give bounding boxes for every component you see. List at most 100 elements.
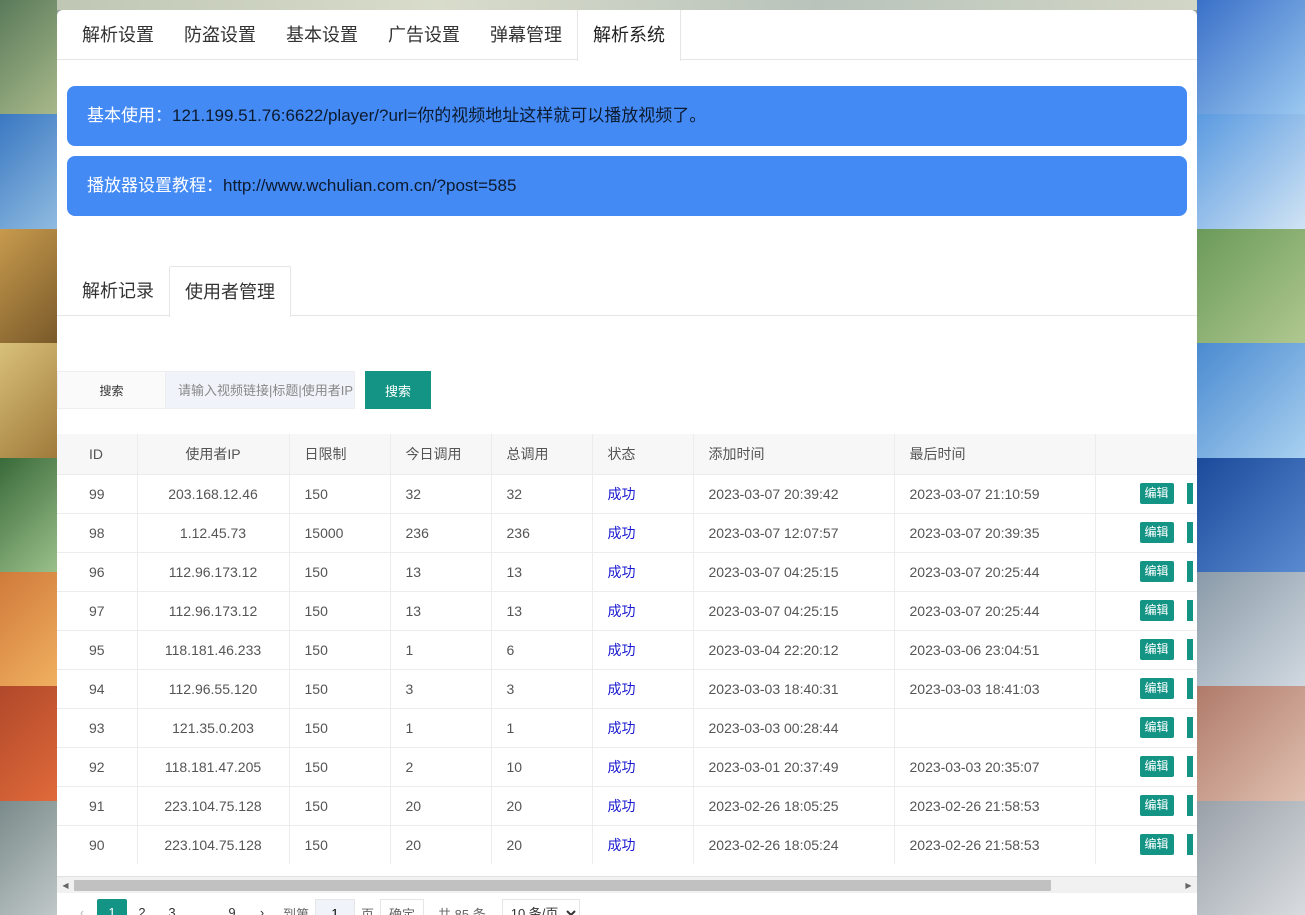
page-prev-button[interactable]: ‹ (67, 899, 97, 915)
search-input[interactable] (165, 371, 355, 409)
page-size-select[interactable]: 10 条/页 (501, 899, 580, 915)
cell-user-ip: 1.12.45.73 (137, 513, 290, 553)
user-table-container: ID 使用者IP 日限制 今日调用 总调用 状态 添加时间 最后时间 99 203… (57, 434, 1197, 864)
cell-user-ip: 118.181.47.205 (137, 747, 290, 787)
cell-id: 92 (57, 747, 138, 787)
table-row: 91 223.104.75.128 150 20 20 成功 2023-02-26 18:0… (57, 786, 1197, 826)
tab-parse-settings[interactable]: 解析设置 (67, 10, 169, 59)
edit-button[interactable]: 编辑 (1139, 522, 1174, 543)
cell-total-calls: 3 (491, 669, 593, 709)
tab-basic-settings[interactable]: 基本设置 (271, 10, 373, 59)
cell-total-calls: 1 (491, 708, 593, 748)
cell-daily-limit: 150 (289, 669, 391, 709)
action-button-clipped[interactable] (1186, 795, 1193, 816)
tab-anti-theft-settings[interactable]: 防盗设置 (169, 10, 271, 59)
action-button-clipped[interactable] (1186, 756, 1193, 777)
column-header-actions (1095, 434, 1197, 475)
action-button-clipped[interactable] (1186, 678, 1193, 699)
cell-user-ip: 118.181.46.233 (137, 630, 290, 670)
table-header-row: ID 使用者IP 日限制 今日调用 总调用 状态 添加时间 最后时间 (57, 434, 1197, 475)
cell-status: 成功 (592, 474, 694, 514)
edit-button[interactable]: 编辑 (1139, 639, 1174, 660)
edit-button[interactable]: 编辑 (1139, 834, 1174, 855)
cell-total-calls: 32 (491, 474, 593, 514)
page-next-button[interactable]: › (247, 899, 277, 915)
goto-confirm-button[interactable]: 确定 (380, 899, 425, 915)
cell-total-calls: 20 (491, 825, 593, 864)
page-1-button[interactable]: 1 (97, 899, 127, 915)
cell-last-time: 2023-02-26 21:58:53 (894, 825, 1096, 864)
cell-today-calls: 236 (390, 513, 492, 553)
column-header-id: ID (57, 434, 138, 475)
scrollbar-thumb[interactable] (74, 880, 1051, 891)
cell-user-ip: 112.96.173.12 (137, 591, 290, 631)
cell-added-time: 2023-03-07 20:39:42 (693, 474, 895, 514)
notice-basic-usage-value: 121.199.51.76:6622/player/?url=你的视频地址这样就… (172, 106, 707, 125)
edit-button[interactable]: 编辑 (1139, 600, 1174, 621)
action-button-clipped[interactable] (1186, 600, 1193, 621)
tab-ad-settings[interactable]: 广告设置 (373, 10, 475, 59)
cell-user-ip: 112.96.55.120 (137, 669, 290, 709)
background-photo-collage-right (1197, 0, 1305, 915)
edit-button[interactable]: 编辑 (1139, 483, 1174, 504)
column-header-status: 状态 (592, 434, 694, 475)
notice-basic-usage: 基本使用：121.199.51.76:6622/player/?url=你的视频… (67, 86, 1187, 146)
pagination: ‹ 1 2 3 … 9 › 到第 页 确定 共 85 条 10 条/页 (57, 899, 580, 915)
tab-danmaku-management[interactable]: 弹幕管理 (475, 10, 577, 59)
cell-status: 成功 (592, 669, 694, 709)
cell-today-calls: 32 (390, 474, 492, 514)
scroll-right-arrow-icon[interactable]: ▶ (1180, 877, 1197, 894)
top-tab-bar: 解析设置 防盗设置 基本设置 广告设置 弹幕管理 解析系统 (57, 10, 1197, 61)
cell-last-time: 2023-03-03 18:41:03 (894, 669, 1096, 709)
cell-actions: 编辑 (1095, 552, 1197, 592)
horizontal-scrollbar[interactable]: ◀ ▶ (57, 876, 1197, 893)
cell-status: 成功 (592, 552, 694, 592)
cell-user-ip: 121.35.0.203 (137, 708, 290, 748)
cell-today-calls: 3 (390, 669, 492, 709)
goto-label: 到第 (283, 906, 310, 915)
column-header-total-calls: 总调用 (491, 434, 593, 475)
action-button-clipped[interactable] (1186, 717, 1193, 738)
action-button-clipped[interactable] (1186, 639, 1193, 660)
search-button[interactable]: 搜索 (365, 371, 431, 409)
page-last-button[interactable]: 9 (217, 899, 247, 915)
cell-actions: 编辑 (1095, 786, 1197, 826)
page-2-button[interactable]: 2 (127, 899, 157, 915)
tab-parse-records[interactable]: 解析记录 (67, 266, 169, 315)
scroll-left-arrow-icon[interactable]: ◀ (57, 877, 74, 894)
action-button-clipped[interactable] (1186, 522, 1193, 543)
cell-total-calls: 13 (491, 552, 593, 592)
cell-total-calls: 6 (491, 630, 593, 670)
cell-added-time: 2023-03-07 12:07:57 (693, 513, 895, 553)
table-row: 97 112.96.173.12 150 13 13 成功 2023-03-07 04:25… (57, 591, 1197, 631)
action-button-clipped[interactable] (1186, 561, 1193, 582)
cell-actions: 编辑 (1095, 708, 1197, 748)
background-photo-collage-left (0, 0, 57, 915)
cell-total-calls: 13 (491, 591, 593, 631)
page-3-button[interactable]: 3 (157, 899, 187, 915)
cell-added-time: 2023-03-03 18:40:31 (693, 669, 895, 709)
notice-basic-usage-label: 基本使用： (87, 106, 172, 125)
edit-button[interactable]: 编辑 (1139, 795, 1174, 816)
cell-user-ip: 223.104.75.128 (137, 786, 290, 826)
tab-parse-system[interactable]: 解析系统 (577, 10, 681, 61)
page-ellipsis: … (195, 905, 209, 915)
cell-added-time: 2023-03-01 20:37:49 (693, 747, 895, 787)
main-panel: 解析设置 防盗设置 基本设置 广告设置 弹幕管理 解析系统 基本使用：121.1… (57, 10, 1197, 915)
cell-total-calls: 236 (491, 513, 593, 553)
cell-daily-limit: 150 (289, 474, 391, 514)
cell-id: 98 (57, 513, 138, 553)
edit-button[interactable]: 编辑 (1139, 678, 1174, 699)
action-button-clipped[interactable] (1186, 483, 1193, 504)
notice-player-tutorial-link[interactable]: http://www.wchulian.com.cn/?post=585 (223, 176, 516, 195)
tab-user-management[interactable]: 使用者管理 (169, 266, 291, 317)
cell-daily-limit: 150 (289, 786, 391, 826)
cell-added-time: 2023-03-07 04:25:15 (693, 591, 895, 631)
goto-page-input[interactable] (315, 899, 356, 915)
column-header-today-calls: 今日调用 (390, 434, 492, 475)
edit-button[interactable]: 编辑 (1139, 561, 1174, 582)
edit-button[interactable]: 编辑 (1139, 756, 1174, 777)
cell-added-time: 2023-03-07 04:25:15 (693, 552, 895, 592)
action-button-clipped[interactable] (1186, 834, 1193, 855)
edit-button[interactable]: 编辑 (1139, 717, 1174, 738)
